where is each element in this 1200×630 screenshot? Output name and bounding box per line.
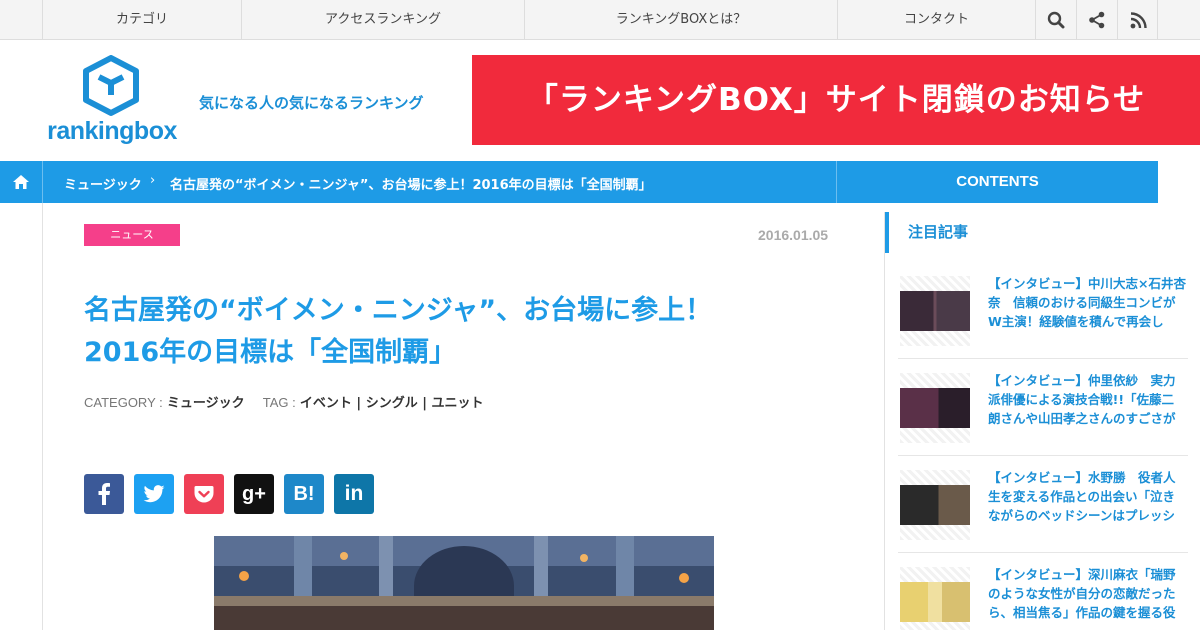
sidebar-article-link[interactable]: 【インタビュー】深川麻衣「瑞野のような女性が自分の恋敵だったら、相当焦る」作品の…	[988, 565, 1186, 622]
article-title-line1: 名古屋発の“ボイメン・ニンジャ”、お台場に参上！	[84, 295, 713, 326]
box-logo-icon	[83, 55, 139, 116]
list-item[interactable]: 【インタビュー】水野勝 役者人生を変える作品との出会い「泣きながらのベッドシーン…	[898, 456, 1188, 553]
tag-links[interactable]: イベント | シングル | ユニット	[300, 396, 484, 411]
category-link[interactable]: ミュージック	[167, 396, 245, 411]
nav-item-access-ranking[interactable]: アクセスランキング	[241, 0, 524, 40]
thumbnail[interactable]	[900, 276, 970, 346]
category-label: CATEGORY :	[84, 395, 163, 410]
thumbnail[interactable]	[900, 567, 970, 630]
twitter-share-button[interactable]	[134, 474, 174, 514]
breadcrumb-current: 名古屋発の“ボイメン・ニンジャ”、お台場に参上！2016年の目標は「全国制覇」	[170, 178, 652, 193]
home-icon[interactable]	[0, 161, 43, 203]
top-navigation: カテゴリ アクセスランキング ランキングBOXとは？ コンタクト	[0, 0, 1200, 40]
twitter-icon	[143, 485, 165, 503]
site-tagline: 気になる人の気になるランキング	[199, 94, 424, 112]
list-item[interactable]: 【インタビュー】中川大志×石井杏奈 信頼のおける同級生コンビがW主演！経験値を積…	[898, 262, 1188, 359]
nav-divider	[1157, 0, 1158, 40]
sidebar-article-link[interactable]: 【インタビュー】中川大志×石井杏奈 信頼のおける同級生コンビがW主演！経験値を積…	[988, 274, 1186, 331]
article-title-line2: 2016年の目標は「全国制覇」	[84, 337, 457, 368]
article-photo	[214, 536, 714, 630]
list-item[interactable]: 【インタビュー】深川麻衣「瑞野のような女性が自分の恋敵だったら、相当焦る」作品の…	[898, 553, 1188, 630]
site-logo[interactable]: rankingbox	[46, 55, 178, 147]
linkedin-share-button[interactable]: in	[334, 474, 374, 514]
closure-notice-banner[interactable]: 「ランキングBOX」サイト閉鎖のお知らせ	[472, 55, 1200, 145]
breadcrumb-category[interactable]: ミュージック	[64, 174, 142, 193]
nav-item-contact[interactable]: コンタクト	[837, 0, 1035, 40]
thumbnail[interactable]	[900, 470, 970, 540]
pocket-icon	[194, 486, 214, 503]
sidebar-article-link[interactable]: 【インタビュー】水野勝 役者人生を変える作品との出会い「泣きながらのベッドシーン…	[988, 468, 1186, 525]
news-badge[interactable]: ニュース	[84, 224, 180, 246]
sidebar-divider	[884, 212, 885, 630]
nav-item-about[interactable]: ランキングBOXとは？	[524, 0, 837, 40]
article-meta: CATEGORY : ミュージック TAG : イベント | シングル | ユニ…	[84, 392, 484, 411]
contents-button[interactable]: CONTENTS	[836, 161, 1158, 203]
rss-icon[interactable]	[1117, 0, 1158, 40]
logo-wordmark: rankingbox	[47, 117, 177, 145]
google-plus-icon: g+	[242, 482, 266, 505]
sidebar-heading: 注目記事	[885, 212, 1200, 253]
content-divider	[42, 203, 43, 630]
linkedin-icon: in	[344, 482, 364, 505]
facebook-share-button[interactable]	[84, 474, 124, 514]
nav-item-category[interactable]: カテゴリ	[42, 0, 241, 40]
article-date: 2016.01.05	[758, 227, 829, 243]
search-icon[interactable]	[1035, 0, 1076, 40]
google-plus-share-button[interactable]: g+	[234, 474, 274, 514]
article-title: 名古屋発の“ボイメン・ニンジャ”、お台場に参上！ 2016年の目標は「全国制覇」	[84, 290, 824, 374]
facebook-icon	[98, 483, 110, 505]
share-icon[interactable]	[1076, 0, 1117, 40]
breadcrumb-bar: ミュージック › 名古屋発の“ボイメン・ニンジャ”、お台場に参上！2016年の目…	[0, 161, 1158, 203]
thumbnail[interactable]	[900, 373, 970, 443]
tag-label: TAG :	[262, 395, 296, 410]
hatena-bookmark-share-button[interactable]: B!	[284, 474, 324, 514]
list-item[interactable]: 【インタビュー】仲里依紗 実力派俳優による演技合戦!!「佐藤二朗さんや山田孝之さ…	[898, 359, 1188, 456]
breadcrumb-separator: ›	[150, 173, 156, 188]
hatena-icon: B!	[293, 482, 315, 505]
pocket-share-button[interactable]	[184, 474, 224, 514]
site-header: rankingbox 気になる人の気になるランキング 「ランキングBOX」サイト…	[0, 41, 1200, 160]
sidebar-article-link[interactable]: 【インタビュー】仲里依紗 実力派俳優による演技合戦!!「佐藤二朗さんや山田孝之さ…	[988, 371, 1186, 428]
